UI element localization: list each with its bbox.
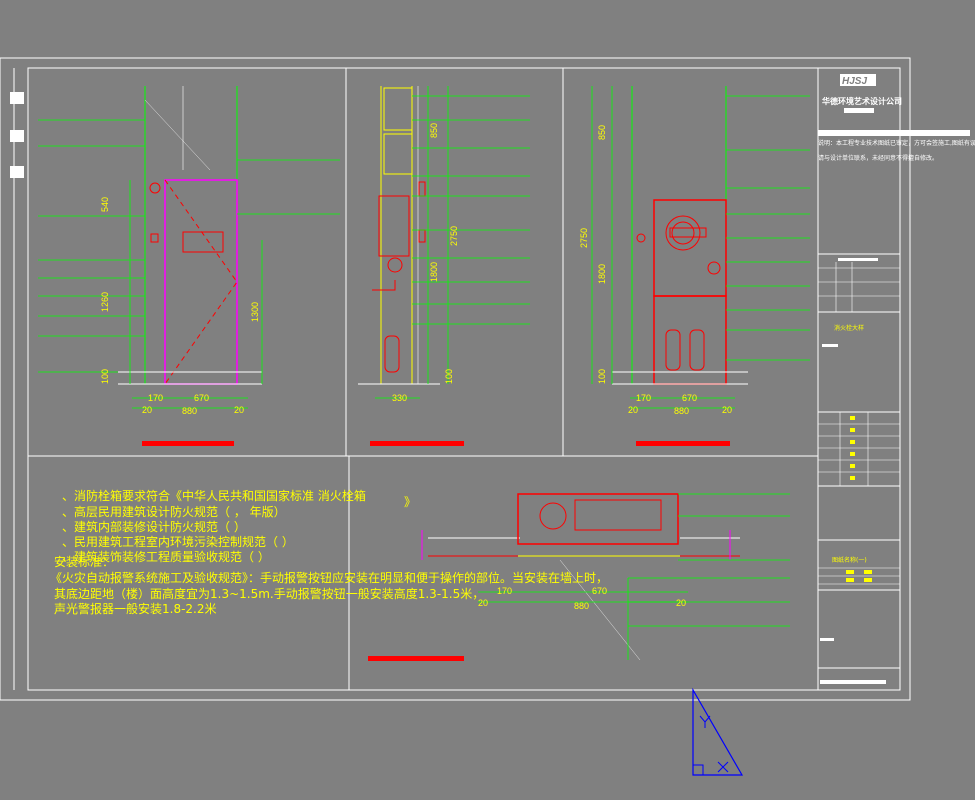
project-label: 消火栓大样 bbox=[834, 324, 864, 332]
logo-text: HJSJ bbox=[842, 76, 867, 87]
title-note-1: 说明：本工程专业技术图纸已审定，方可会签施工,图纸有误 bbox=[818, 139, 975, 147]
cad-drawing-canvas[interactable]: 540 1260 100 1300 170 670 880 20 20 850 … bbox=[0, 0, 975, 800]
dim-a-1300: 1300 bbox=[250, 302, 260, 322]
dim-c-850: 850 bbox=[597, 125, 607, 140]
dim-a-540: 540 bbox=[100, 197, 110, 212]
section-b: 850 2750 1800 100 330 bbox=[358, 86, 530, 446]
dim-d-880: 880 bbox=[574, 601, 589, 611]
binding-marks bbox=[10, 92, 24, 178]
fire-extinguisher-icon bbox=[384, 335, 400, 373]
dim-b-850: 850 bbox=[429, 123, 439, 138]
dim-b-2750: 2750 bbox=[449, 226, 459, 246]
dim-b-1800: 1800 bbox=[429, 262, 439, 282]
fire-hose-reel-icon bbox=[665, 215, 721, 275]
fire-hose-reel-icon bbox=[539, 502, 567, 530]
dim-b-100: 100 bbox=[444, 369, 454, 384]
sheet-name: 图纸名称(一) bbox=[832, 556, 867, 564]
dim-a-20-right: 20 bbox=[234, 405, 244, 415]
title-bar-c bbox=[636, 441, 730, 446]
note-line-1-end: 》 bbox=[404, 495, 416, 509]
cabinet-sign bbox=[182, 231, 224, 253]
elevation-a: 540 1260 100 1300 170 670 880 20 20 bbox=[38, 86, 340, 446]
ucs-icon[interactable] bbox=[692, 687, 744, 776]
dim-a-670: 670 bbox=[194, 393, 209, 403]
hose-reel-side bbox=[378, 195, 410, 257]
elevation-c: 850 2750 1800 100 170 670 880 20 20 bbox=[579, 86, 810, 446]
dim-c-670: 670 bbox=[682, 393, 697, 403]
dim-c-100: 100 bbox=[597, 369, 607, 384]
cabinet-door bbox=[164, 179, 238, 385]
alarm-button-icon bbox=[150, 233, 159, 243]
note-line-8: 其底边距地（楼）面高度宜为1.3~1.5m.手动报警按钮一般安装高度1.3-1.… bbox=[54, 586, 484, 601]
company-name: 华德环境艺术设计公司 bbox=[822, 96, 902, 106]
door-swing bbox=[164, 179, 238, 385]
dim-a-100: 100 bbox=[100, 369, 110, 384]
dim-c-20-left: 20 bbox=[628, 405, 638, 415]
title-block: HJSJ 华德环境艺术设计公司 说明：本工程专业技术图纸已审定，方可会签施工,图… bbox=[817, 68, 975, 690]
dim-a-880: 880 bbox=[182, 406, 197, 416]
fire-extinguisher-icon bbox=[665, 329, 681, 371]
title-bar-b bbox=[370, 441, 464, 446]
cabinet-plan bbox=[517, 493, 679, 545]
dim-c-880: 880 bbox=[674, 406, 689, 416]
alarm-bell-icon bbox=[149, 182, 161, 194]
note-line-9: 声光警报器一般安装1.8-2.2米 bbox=[54, 601, 217, 616]
dim-c-20-right: 20 bbox=[722, 405, 732, 415]
alarm-bell-icon bbox=[636, 233, 646, 243]
note-line-2: 、高层民用建筑设计防火规范（ ， 年版） bbox=[62, 504, 286, 519]
dim-a-1260: 1260 bbox=[100, 292, 110, 312]
note-line-4: 、民用建筑工程室内环境污染控制规范（ ） bbox=[62, 534, 294, 549]
dim-d-170: 170 bbox=[497, 586, 512, 596]
note-line-1: 、消防栓箱要求符合《中华人民共和国国家标准 消火栓箱 bbox=[62, 488, 366, 503]
dim-a-20-left: 20 bbox=[142, 405, 152, 415]
title-bar-d bbox=[368, 656, 464, 661]
note-line-7: 《火灾自动报警系统施工及验收规范》：手动报警按钮应安装在明显和便于操作的部位。当… bbox=[50, 570, 608, 585]
dim-c-170: 170 bbox=[636, 393, 651, 403]
fire-extinguisher-icon bbox=[689, 329, 705, 371]
title-note-2: 请与设计单位联系，未经同意不得擅自修改。 bbox=[818, 154, 938, 162]
notes-block: 、消防栓箱要求符合《中华人民共和国国家标准 消火栓箱 》 、高层民用建筑设计防火… bbox=[50, 488, 608, 616]
dim-d-20-right: 20 bbox=[676, 598, 686, 608]
title-bar-a bbox=[142, 441, 234, 446]
dim-a-170: 170 bbox=[148, 393, 163, 403]
note-line-6: 安装标准： bbox=[54, 554, 114, 569]
dim-b-330: 330 bbox=[392, 393, 407, 403]
dim-c-2750: 2750 bbox=[579, 228, 589, 248]
dim-c-1800: 1800 bbox=[597, 264, 607, 284]
dim-d-670: 670 bbox=[592, 586, 607, 596]
note-line-3: 、建筑内部装修设计防火规范（ ） bbox=[62, 519, 246, 534]
